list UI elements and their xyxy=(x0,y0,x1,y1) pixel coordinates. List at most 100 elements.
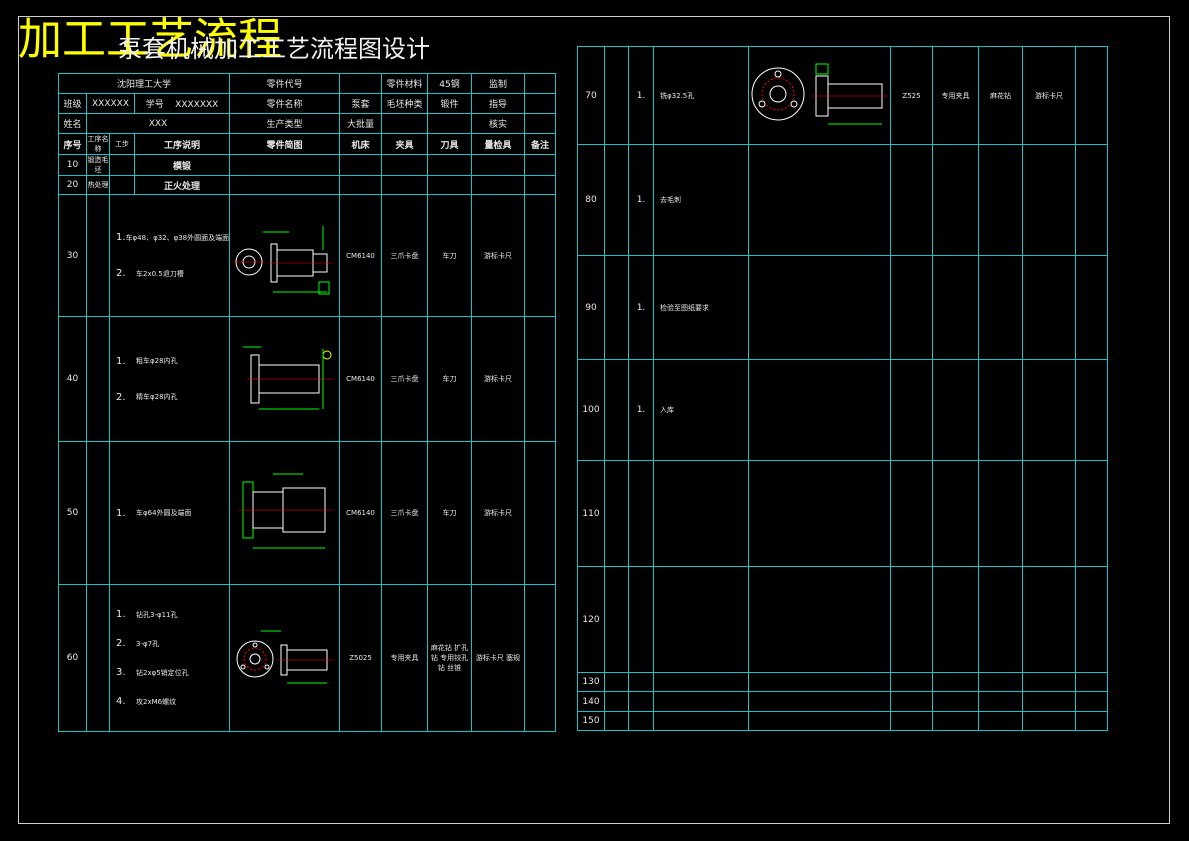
empty-cell xyxy=(932,460,979,567)
op-desc-cell: 检验至图纸要求 xyxy=(653,255,749,360)
empty-cell xyxy=(1022,144,1076,256)
empty-cell xyxy=(653,460,749,567)
machine-cell: CM6140 xyxy=(339,441,383,585)
op-desc-cell: 模锻 xyxy=(133,154,231,176)
empty-cell xyxy=(748,691,891,712)
empty-cell xyxy=(1075,359,1108,461)
empty-cell xyxy=(229,175,341,195)
drilling-drawing-icon xyxy=(236,630,333,684)
empty-cell xyxy=(109,175,135,195)
part-code-value xyxy=(339,73,383,94)
empty-cell xyxy=(890,255,933,360)
step-cell: 1. xyxy=(628,255,654,360)
step-text: 钻孔3-φ11孔 xyxy=(136,610,178,619)
col-note: 备注 xyxy=(524,133,557,155)
empty-cell xyxy=(604,672,629,692)
step-number: 1. xyxy=(116,507,126,519)
op-row-50: 50 1. 车φ64外圆及端面 CM6140 三爪卡盘 车刀 游标卡尺 xyxy=(58,441,557,585)
blank-type-value: 锻件 xyxy=(427,93,473,114)
right-process-table: 70 1. 铣φ32.5孔 Z525 专用夹具 麻花钻 游标卡尺 80 1. 去… xyxy=(577,46,1108,731)
gauge-cell: 游标卡尺 塞规 xyxy=(471,584,526,732)
empty-cell xyxy=(381,175,429,195)
step-item: 2. 车2x0.5退刀槽 xyxy=(116,256,229,292)
part-name-label: 零件名称 xyxy=(229,93,341,114)
col-step-no: 工步 xyxy=(109,133,135,155)
student-no-value: XXXXXXX xyxy=(175,100,219,110)
empty-cell xyxy=(932,566,979,673)
tool-cell: 麻花钻 扩孔钻 专用铰孔钻 丝锥 xyxy=(427,584,473,732)
op-row-20: 20 热处理 正火处理 xyxy=(58,175,557,195)
op-row-100: 100 1. 入库 xyxy=(577,359,1108,461)
machine-cell: Z525 xyxy=(890,46,933,145)
guide-label: 指导 xyxy=(471,93,526,114)
machine-cell: Z5025 xyxy=(339,584,383,732)
header-row-2: 班级 XXXXXX 学号 XXXXXXX 零件名称 泵套 毛坯种类 锻件 指导 xyxy=(58,93,557,114)
steps-cell: 1. 粗车φ28内孔 2. 精车φ28内孔 xyxy=(108,316,231,442)
student-no-cell: 学号 XXXXXXX xyxy=(133,93,231,114)
empty-cell xyxy=(978,711,1023,731)
empty-cell xyxy=(978,691,1023,712)
empty-cell xyxy=(748,672,891,692)
empty-cell xyxy=(604,144,629,256)
empty-cell xyxy=(978,255,1023,360)
step-number: 2. xyxy=(116,638,126,649)
tool-cell: 麻花钻 xyxy=(978,46,1023,145)
empty-cell xyxy=(604,460,629,567)
step-number: 1. xyxy=(116,609,126,620)
empty-cell xyxy=(932,144,979,256)
empty-cell xyxy=(1075,566,1108,673)
step-item: 3. 钻2xφ5销定位孔 xyxy=(116,658,229,687)
production-label: 生产类型 xyxy=(229,113,341,134)
empty-cell xyxy=(427,175,473,195)
gauge-cell: 游标卡尺 xyxy=(471,316,526,442)
seq-cell: 150 xyxy=(577,711,605,731)
op-row-140: 140 xyxy=(577,691,1108,712)
col-op-name: 工序名称 xyxy=(86,133,110,155)
step-number: 2. xyxy=(116,268,126,279)
step-item: 2. 3-φ7孔 xyxy=(116,629,229,658)
blank-type-label: 毛坯种类 xyxy=(381,93,429,114)
material-label: 零件材料 xyxy=(381,73,429,94)
supervisor-value xyxy=(524,73,557,94)
empty-cell xyxy=(978,672,1023,692)
fixture-cell: 专用夹具 xyxy=(932,46,979,145)
empty-cell xyxy=(86,584,110,732)
empty-cell xyxy=(86,194,110,317)
op-desc-cell: 入库 xyxy=(653,359,749,461)
supervisor-label: 监制 xyxy=(471,73,526,94)
empty-cell xyxy=(890,691,933,712)
check-label: 核实 xyxy=(471,113,526,134)
seq-cell: 60 xyxy=(58,584,87,732)
seq-cell: 10 xyxy=(58,154,87,176)
step-cell: 1. xyxy=(628,359,654,461)
empty-cell xyxy=(890,566,933,673)
step-text: 粗车φ28内孔 xyxy=(136,357,178,365)
op-row-60: 60 1. 钻孔3-φ11孔 2. 3-φ7孔 3. 钻2xφ5销定位孔 4. 攻2xM… xyxy=(58,584,557,732)
empty-cell xyxy=(604,691,629,712)
material-value: 45钢 xyxy=(427,73,473,94)
empty-cell xyxy=(471,154,526,176)
part-sketch-60 xyxy=(229,584,341,732)
empty-cell xyxy=(427,154,473,176)
part-sketch-50 xyxy=(229,441,341,585)
column-header-row: 序号 工序名称 工步 工序说明 零件简图 机床 夹具 刀具 量检具 备注 xyxy=(58,133,557,155)
left-process-table: 沈阳理工大学 零件代号 零件材料 45钢 监制 班级 XXXXXX 学号 XXX… xyxy=(57,73,557,732)
note-cell xyxy=(524,584,557,732)
empty-cell xyxy=(86,441,110,585)
header-row-3: 姓名 XXX 生产类型 大批量 核实 xyxy=(58,113,557,134)
seq-cell: 120 xyxy=(577,566,605,673)
empty-cell xyxy=(471,175,526,195)
sub-title: 泵套机械加工工艺流程图设计 xyxy=(118,35,430,63)
step-text: 3-φ7孔 xyxy=(136,639,160,648)
empty-cell xyxy=(1022,672,1076,692)
machine-cell: CM6140 xyxy=(339,316,383,442)
name-label: 姓名 xyxy=(58,113,87,134)
empty-cell xyxy=(381,154,429,176)
part-name-value: 泵套 xyxy=(339,93,383,114)
op-name-cell: 锻造毛坯 xyxy=(86,154,110,176)
empty-cell xyxy=(604,46,629,145)
empty-cell xyxy=(653,566,749,673)
sleeve-drawing-icon xyxy=(232,225,333,294)
empty-cell xyxy=(1075,672,1108,692)
fixture-cell: 三爪卡盘 xyxy=(381,441,429,585)
